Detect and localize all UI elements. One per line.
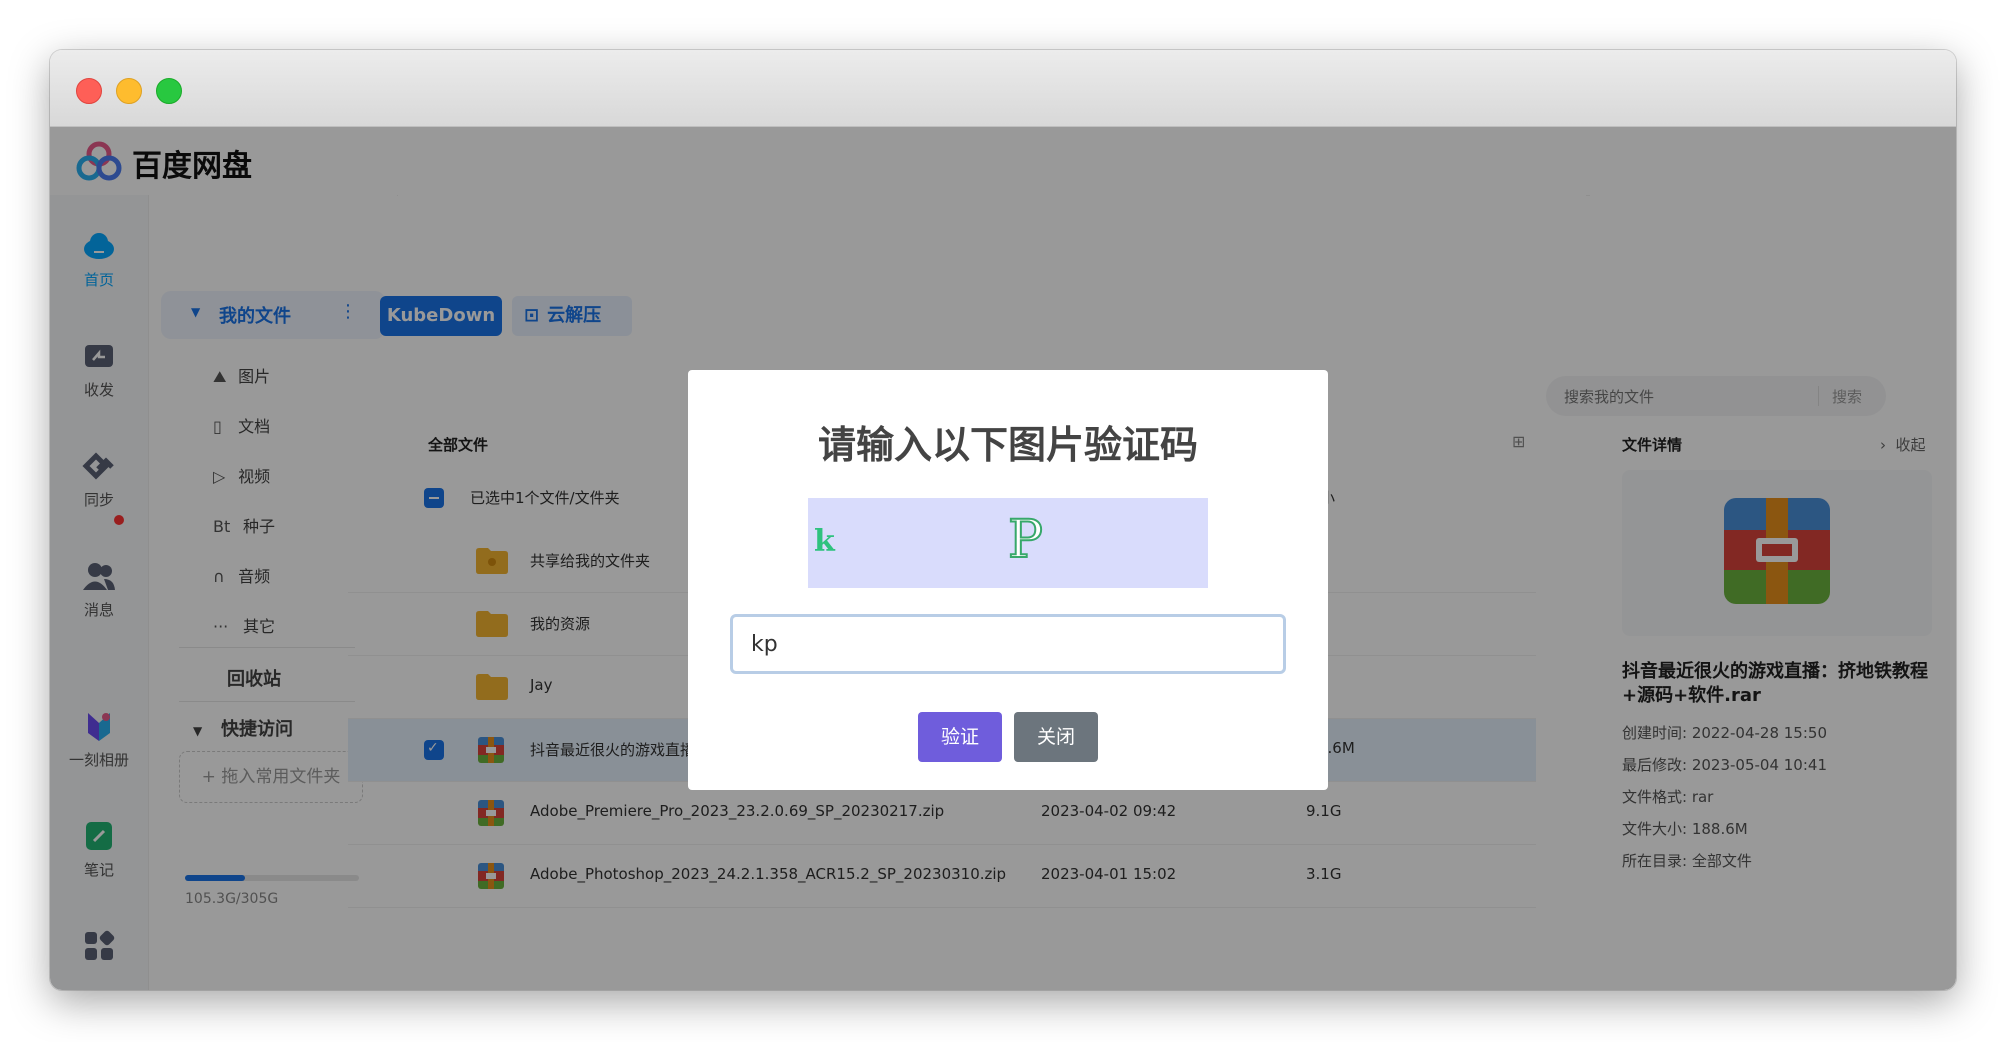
dialog-title: 请输入以下图片验证码 bbox=[817, 423, 1198, 467]
minimize-window-button[interactable] bbox=[116, 78, 142, 104]
close-button[interactable]: 关闭 bbox=[1014, 712, 1098, 762]
captcha-char: k bbox=[814, 524, 835, 559]
captcha-dialog: 请输入以下图片验证码 k P 验证 关闭 bbox=[688, 370, 1328, 790]
captcha-char: P bbox=[1007, 509, 1044, 571]
captcha-image[interactable]: k P bbox=[808, 498, 1208, 588]
verify-button[interactable]: 验证 bbox=[918, 712, 1002, 762]
close-window-button[interactable] bbox=[76, 78, 102, 104]
title-bar bbox=[50, 50, 1956, 127]
zoom-window-button[interactable] bbox=[156, 78, 182, 104]
captcha-input[interactable] bbox=[730, 614, 1286, 674]
